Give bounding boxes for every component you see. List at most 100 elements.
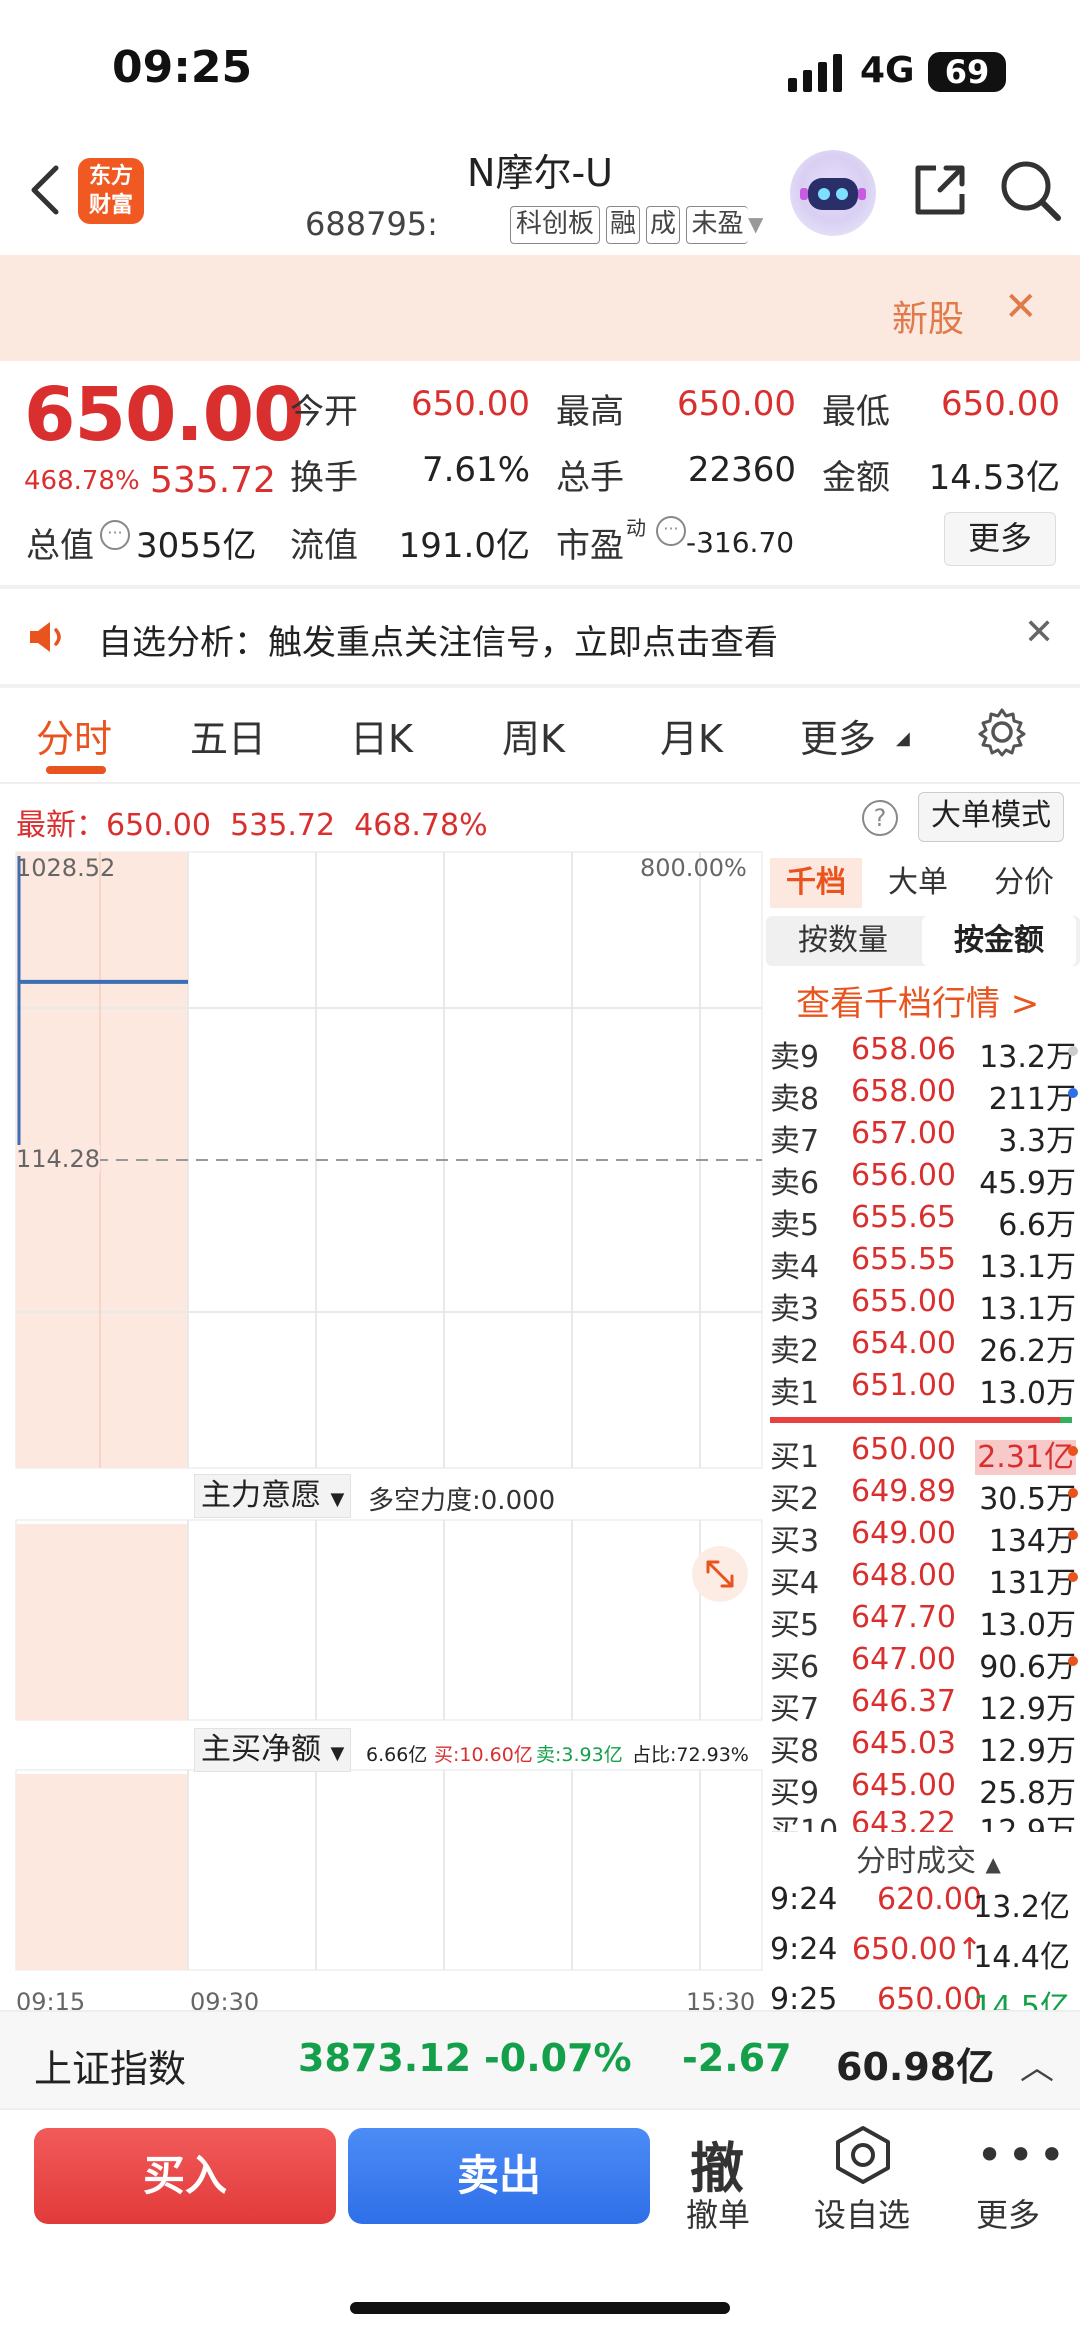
panel3-shade xyxy=(16,1774,188,1970)
settings-gear-icon[interactable] xyxy=(976,706,1028,758)
more-info-icon[interactable]: ··· xyxy=(100,520,130,550)
bid-row[interactable]: 买5 647.70 13.0万 xyxy=(770,1600,1080,1643)
tab-weekly-k[interactable]: 周K xyxy=(502,708,565,763)
cancel-order-button[interactable]: 撤单 xyxy=(686,2190,750,2236)
ask-row[interactable]: 卖9 658.06 13.2万 xyxy=(770,1032,1080,1075)
ask-row[interactable]: 卖3 655.00 13.1万 xyxy=(770,1284,1080,1327)
add-favorite-icon[interactable] xyxy=(832,2124,894,2186)
collapse-caret-icon: ▲ xyxy=(985,1852,1001,1876)
share-icon[interactable] xyxy=(910,160,970,220)
high-value: 650.00 xyxy=(677,384,796,424)
ask-row[interactable]: 卖6 656.00 45.9万 xyxy=(770,1158,1080,1201)
divider xyxy=(0,684,1080,688)
bid-row[interactable]: 买8 645.03 12.9万 xyxy=(770,1726,1080,1769)
banner-close-icon[interactable]: ✕ xyxy=(1004,284,1038,330)
tag-margin: 融 xyxy=(606,206,640,244)
tick-time: 9:24 xyxy=(770,1882,838,1917)
bid-row[interactable]: 买9 645.00 25.8万 xyxy=(770,1768,1080,1811)
ask-row[interactable]: 卖2 654.00 26.2万 xyxy=(770,1326,1080,1369)
ask-row[interactable]: 卖5 655.65 6.6万 xyxy=(770,1200,1080,1243)
change-percent: 468.78% xyxy=(24,466,140,496)
pe-value: -316.70 xyxy=(686,526,795,559)
tick-price: 620.00 xyxy=(877,1882,982,1917)
ticks-header[interactable]: 分时成交 ▲ xyxy=(856,1836,1001,1880)
back-icon[interactable] xyxy=(24,160,64,220)
pe-info-icon[interactable]: ··· xyxy=(656,516,686,546)
dropdown-icon: ▼ xyxy=(330,1743,345,1764)
bid-label: 买3 xyxy=(770,1524,820,1559)
bid-price: 647.00 xyxy=(851,1642,956,1677)
tab-big-orders[interactable]: 大单 xyxy=(872,858,964,908)
net-buy-selector[interactable]: 主买净额 ▼ xyxy=(194,1728,352,1772)
tab-more[interactable]: 更多 xyxy=(800,708,876,763)
turnover-value: 7.61% xyxy=(421,450,530,490)
view-depth-link[interactable]: 查看千档行情 > xyxy=(796,976,1039,1025)
bid-label: 买2 xyxy=(770,1482,820,1517)
tab-monthly-k[interactable]: 月K xyxy=(660,708,723,763)
bid-label: 买10 xyxy=(770,1814,839,1832)
analysis-close-icon[interactable]: ✕ xyxy=(1024,612,1054,653)
high-label: 最高 xyxy=(556,392,624,432)
add-favorite-button[interactable]: 设自选 xyxy=(814,2190,910,2236)
ask-label: 卖2 xyxy=(770,1334,820,1369)
bid-label: 买5 xyxy=(770,1608,820,1643)
ask-price: 658.00 xyxy=(851,1074,956,1109)
intraday-chart[interactable] xyxy=(0,848,766,2008)
more-button[interactable]: 更多 xyxy=(976,2190,1040,2236)
ask-row[interactable]: 卖7 657.00 3.3万 xyxy=(770,1116,1080,1159)
pct-axis-top-label: 800.00% xyxy=(640,854,747,882)
mode-by-quantity[interactable]: 按数量 xyxy=(766,916,920,966)
bid-row[interactable]: 买6 647.00 90.6万 xyxy=(770,1642,1080,1685)
tab-depth[interactable]: 千档 xyxy=(770,858,862,908)
bid-label: 买6 xyxy=(770,1650,820,1685)
status-bar: 09:25 4G 69 xyxy=(0,0,1080,140)
help-icon[interactable]: ? xyxy=(862,800,898,836)
tab-five-day[interactable]: 五日 xyxy=(190,708,266,763)
tab-daily-k[interactable]: 日K xyxy=(350,708,413,763)
main-force-label: 主力意愿 xyxy=(201,1478,321,1513)
bid-row[interactable]: 买1 650.00 2.31亿 xyxy=(770,1432,1080,1475)
big-order-mode-button[interactable]: 大单模式 xyxy=(918,792,1064,842)
more-quote-button[interactable]: 更多 xyxy=(944,512,1056,566)
amount-value: 14.53亿 xyxy=(928,458,1060,498)
ask-volume: 3.3万 xyxy=(998,1124,1076,1159)
bid-row[interactable]: 买3 649.00 134万 xyxy=(770,1516,1080,1559)
latest-quote-line: 最新：650.00 535.72 468.78% xyxy=(16,800,488,844)
mode-by-amount[interactable]: 按金额 xyxy=(922,916,1076,966)
latest-change: 535.72 xyxy=(230,808,336,843)
ask-row[interactable]: 卖1 651.00 13.0万 xyxy=(770,1368,1080,1411)
bid-volume: 12.9万 xyxy=(979,1734,1076,1769)
index-change: -2.67 xyxy=(682,2036,792,2080)
bid-label: 买1 xyxy=(770,1440,820,1475)
bid-volume: 90.6万 xyxy=(979,1650,1076,1685)
buy-button[interactable]: 买入 xyxy=(34,2128,336,2224)
analysis-message[interactable]: 自选分析：触发重点关注信号，立即点击查看 xyxy=(98,615,778,664)
ask-row[interactable]: 卖4 655.55 13.1万 xyxy=(770,1242,1080,1285)
new-stock-label[interactable]: 新股 xyxy=(892,290,964,342)
tab-intraday[interactable]: 分时 xyxy=(36,708,112,763)
sell-button[interactable]: 卖出 xyxy=(348,2128,650,2224)
tick-row: 9:24 650.00↑ 14.4亿 xyxy=(770,1932,1080,1975)
index-name: 上证指数 xyxy=(34,2047,187,2091)
tags-dropdown-icon[interactable]: ▼ xyxy=(748,212,763,236)
bid-price: 645.03 xyxy=(851,1726,956,1761)
ask-row[interactable]: 卖8 658.00 211万 xyxy=(770,1074,1080,1117)
ai-assistant-icon[interactable] xyxy=(790,150,876,236)
open-value: 650.00 xyxy=(411,384,530,424)
net-buy-buy: 买:10.60亿 xyxy=(434,1744,533,1766)
bid-price: 646.37 xyxy=(851,1684,956,1719)
main-force-selector[interactable]: 主力意愿 ▼ xyxy=(194,1474,352,1518)
search-icon[interactable] xyxy=(998,158,1062,222)
tab-price-distribution[interactable]: 分价 xyxy=(974,858,1074,908)
more-dots-icon[interactable]: ••• xyxy=(976,2128,1069,2182)
bid-row[interactable]: 买10 643.22 12.9万 xyxy=(770,1806,1080,1832)
market-cap-label: 总值 xyxy=(26,526,94,566)
y-axis-mid-label: 114.28 xyxy=(16,1145,100,1173)
panel2-shade xyxy=(16,1524,188,1720)
turnover-label: 换手 xyxy=(290,458,358,498)
net-buy-sell: 卖:3.93亿 xyxy=(536,1744,623,1766)
bid-row[interactable]: 买4 648.00 131万 xyxy=(770,1558,1080,1601)
chevron-up-icon[interactable]: ︿ xyxy=(1020,2040,1054,2089)
bid-row[interactable]: 买2 649.89 30.5万 xyxy=(770,1474,1080,1517)
bid-row[interactable]: 买7 646.37 12.9万 xyxy=(770,1684,1080,1727)
